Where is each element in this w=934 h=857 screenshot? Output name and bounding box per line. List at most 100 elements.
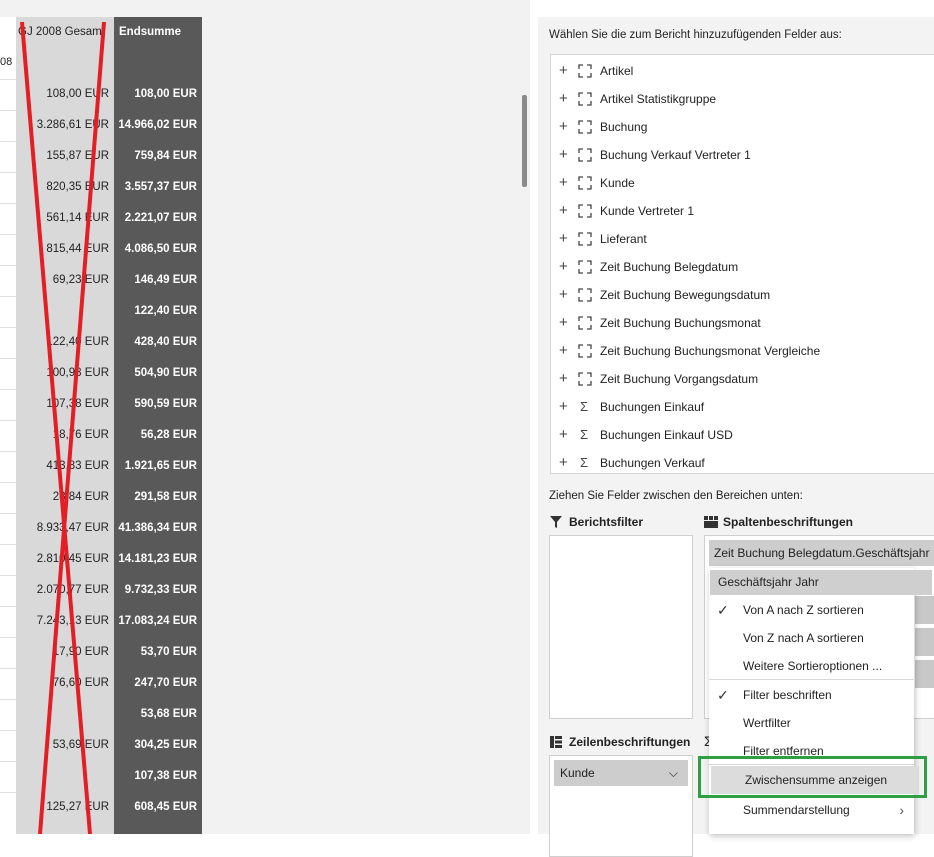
expand-plus-icon[interactable]: + [559,399,568,414]
field-list[interactable]: + Artikel + Artikel Statistikgruppe + Buchung… [550,54,934,474]
row-field-item[interactable]: Kunde ⌵ [554,760,688,786]
field-label: Kunde [600,176,635,190]
expand-plus-icon[interactable]: + [559,63,568,78]
chevron-down-icon[interactable]: ⌵ [669,760,678,786]
expand-plus-icon[interactable]: + [559,259,568,274]
gj-2008-cell[interactable]: 3.286,61 EUR [16,119,109,131]
endsumme-cell[interactable]: 56,28 EUR [114,429,197,441]
berichtsfilter-area[interactable] [549,535,693,719]
endsumme-cell[interactable]: 9.732,33 EUR [114,584,197,596]
gj-2008-cell[interactable]: 18,76 EUR [16,429,109,441]
gj-2008-cell[interactable]: 8.933,47 EUR [16,522,109,534]
field-item[interactable]: + Artikel [551,57,934,85]
expand-plus-icon[interactable]: + [559,371,568,386]
field-item[interactable]: + Zeit Buchung Vorgangsdatum [551,365,934,393]
endsumme-cell[interactable]: 107,38 EUR [114,770,197,782]
expand-plus-icon[interactable]: + [559,119,568,134]
gj-2008-cell[interactable]: 561,14 EUR [16,212,109,224]
menu-item-label: Von Z nach A sortieren [743,631,864,645]
expand-plus-icon[interactable]: + [559,427,568,442]
gj-2008-cell[interactable]: 108,00 EUR [16,88,109,100]
gj-2008-cell[interactable]: 107,38 EUR [16,398,109,410]
field-item[interactable]: + Zeit Buchung Belegdatum [551,253,934,281]
gj-2008-cell[interactable]: 413,83 EUR [16,460,109,472]
gj-2008-cell[interactable]: 125,27 EUR [16,801,109,813]
gj-2008-cell[interactable]: 28,84 EUR [16,491,109,503]
endsumme-cell[interactable]: 590,59 EUR [114,398,197,410]
endsumme-cell[interactable]: 53,68 EUR [114,708,197,720]
endsumme-cell[interactable]: 1.921,65 EUR [114,460,197,472]
expand-plus-icon[interactable]: + [559,287,568,302]
expand-plus-icon[interactable]: + [559,91,568,106]
menu-item-filter-entfernen[interactable]: Filter entfernen [709,737,914,765]
endsumme-cell[interactable]: 108,00 EUR [114,88,197,100]
gj-2008-cell[interactable]: 155,87 EUR [16,150,109,162]
row-gridline [0,792,16,793]
menu-item-summendarstellung[interactable]: Summendarstellung › [709,796,914,824]
gj-2008-cell[interactable]: 2.810,45 EUR [16,553,109,565]
field-item[interactable]: + Lieferant [551,225,934,253]
expand-plus-icon[interactable]: + [559,203,568,218]
expand-plus-icon[interactable]: + [559,343,568,358]
gj-2008-cell[interactable]: 17,90 EUR [16,646,109,658]
expand-plus-icon[interactable]: + [559,455,568,470]
field-item[interactable]: + Kunde [551,169,934,197]
endsumme-cell[interactable]: 41.386,34 EUR [114,522,197,534]
gj-2008-cell[interactable]: 122,40 EUR [16,336,109,348]
gj-2008-cell[interactable]: 815,44 EUR [16,243,109,255]
endsumme-cell[interactable]: 247,70 EUR [114,677,197,689]
field-label: Buchung [600,120,648,134]
field-item[interactable]: + Artikel Statistikgruppe [551,85,934,113]
menu-item-von-z-nach-a-sortieren[interactable]: Von Z nach A sortieren [709,624,914,652]
gj-2008-cell[interactable]: 100,98 EUR [16,367,109,379]
menu-item-filter-beschriften[interactable]: ✓ Filter beschriften [709,681,914,709]
menu-item-weitere-sortieroptionen[interactable]: Weitere Sortieroptionen ... [709,652,914,680]
gj-2008-cell[interactable]: 53,69 EUR [16,739,109,751]
endsumme-cell[interactable]: 14.181,23 EUR [114,553,197,565]
endsumme-cell[interactable]: 4.086,50 EUR [114,243,197,255]
expand-plus-icon[interactable]: + [559,315,568,330]
endsumme-cell[interactable]: 122,40 EUR [114,305,197,317]
menu-item-wertfilter[interactable]: Wertfilter [709,709,914,737]
header-endsumme[interactable]: Endsumme [119,17,199,48]
endsumme-cell[interactable]: 759,84 EUR [114,150,197,162]
endsumme-cell[interactable]: 291,58 EUR [114,491,197,503]
field-item[interactable]: + Zeit Buchung Buchungsmonat Vergleiche [551,337,934,365]
gj-2008-cell[interactable]: 76,60 EUR [16,677,109,689]
cell-a-row1[interactable]: 08 [0,56,15,68]
endsumme-cell[interactable]: 428,40 EUR [114,336,197,348]
field-item[interactable]: + Buchung Verkauf Vertreter 1 [551,141,934,169]
field-item[interactable]: + Σ Buchungen Einkauf [551,393,934,421]
gj-2008-cell[interactable]: 820,35 EUR [16,181,109,193]
field-item[interactable]: + Σ Buchungen Einkauf USD [551,421,934,449]
endsumme-cell[interactable]: 17.083,24 EUR [114,615,197,627]
header-gj-2008-gesamt[interactable]: GJ 2008 Gesamt [18,17,112,48]
menu-item-von-a-nach-z-sortieren[interactable]: ✓ Von A nach Z sortieren [709,596,914,624]
field-item[interactable]: + Kunde Vertreter 1 [551,197,934,225]
endsumme-cell[interactable]: 3.557,37 EUR [114,181,197,193]
vertical-scrollbar[interactable] [522,95,527,187]
gj-2008-cell[interactable]: 7.243,13 EUR [16,615,109,627]
endsumme-cell[interactable]: 53,70 EUR [114,646,197,658]
menu-item-label: Filter entfernen [743,744,824,758]
endsumme-cell[interactable]: 2.221,07 EUR [114,212,197,224]
field-item[interactable]: + Σ Buchungen Verkauf [551,449,934,473]
expand-plus-icon[interactable]: + [559,147,568,162]
gj-2008-cell[interactable]: 69,23 EUR [16,274,109,286]
endsumme-cell[interactable]: 504,90 EUR [114,367,197,379]
expand-plus-icon[interactable]: + [559,231,568,246]
endsumme-cell[interactable]: 608,45 EUR [114,801,197,813]
zeilenbeschriftungen-area[interactable]: Kunde ⌵ [549,755,693,857]
field-item[interactable]: + Buchung [551,113,934,141]
endsumme-cell[interactable]: 304,25 EUR [114,739,197,751]
expand-plus-icon[interactable]: + [559,175,568,190]
endsumme-cell[interactable]: 146,49 EUR [114,274,197,286]
field-item[interactable]: + Zeit Buchung Buchungsmonat [551,309,934,337]
dimension-bracket-icon [578,260,592,274]
field-item[interactable]: + Zeit Buchung Bewegungsdatum [551,281,934,309]
row-labels-icon [550,736,562,748]
endsumme-cell[interactable]: 14.966,02 EUR [114,119,197,131]
column-field-item[interactable]: Zeit Buchung Belegdatum.Geschäftsjahr [709,540,934,566]
menu-item-zwischensumme-anzeigen[interactable]: Zwischensumme anzeigen [711,766,919,794]
gj-2008-cell[interactable]: 2.070,77 EUR [16,584,109,596]
